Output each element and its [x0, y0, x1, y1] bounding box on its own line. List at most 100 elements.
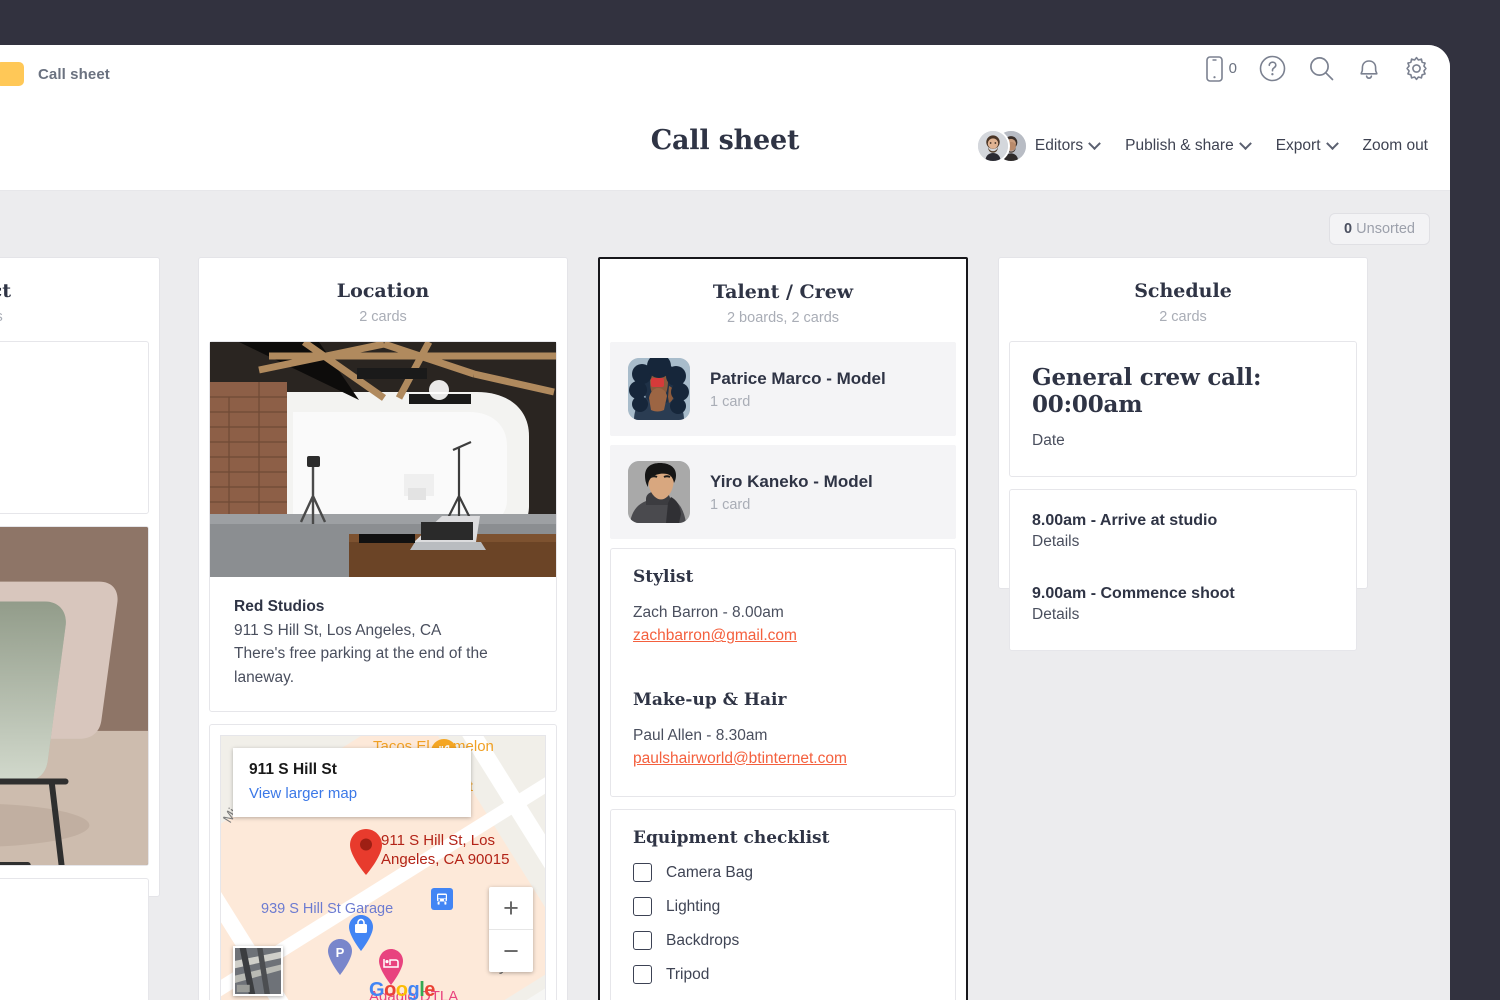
studio-photo — [210, 342, 556, 577]
stylist-name: Zach Barron - 8.00am — [633, 604, 784, 621]
card-red-studios[interactable]: Red Studios 911 S Hill St, Los Angeles, … — [209, 341, 557, 713]
map-poi-transit-icon[interactable] — [431, 888, 453, 911]
makeup-heading: Make-up & Hair — [633, 689, 787, 710]
map-pin-label: 911 S Hill St, Los Angeles, CA 90015 — [381, 832, 510, 868]
map-zoom-out-button[interactable]: − — [489, 930, 533, 972]
card-schedule-items[interactable]: 8.00am - Arrive at studio Details 9.00am… — [1009, 489, 1357, 651]
header-bar: Call sheet Editors Publish & share Expor… — [0, 97, 1450, 191]
gear-icon[interactable] — [1403, 55, 1430, 82]
checkbox[interactable] — [633, 931, 652, 950]
card-map[interactable]: Tacos El Comelon (Truck) Takeout 939 S H… — [209, 724, 557, 1000]
card-crew-contacts[interactable]: Stylist Zach Barron - 8.00am zachbarron@… — [610, 548, 956, 797]
board-canvas: 0 Unsorted oject cards oshoot a new line… — [0, 191, 1450, 1000]
checklist-item-label: Tripod — [666, 965, 710, 983]
editors-label: Editors — [1034, 137, 1084, 154]
column-title: Location — [336, 280, 430, 302]
mobile-count: 0 — [1228, 60, 1237, 77]
editors-menu[interactable]: Editors — [975, 129, 1102, 163]
search-icon[interactable] — [1308, 55, 1335, 82]
mobile-icon[interactable]: 0 — [1205, 55, 1237, 82]
board-row-yiro[interactable]: Yiro Kaneko - Model 1 card — [610, 445, 956, 539]
column-subtitle: 2 boards, 2 cards — [726, 310, 840, 326]
tab-call-sheet[interactable]: Call sheet — [0, 62, 110, 86]
column-talent-crew[interactable]: Talent / Crew 2 boards, 2 cards Patrice … — [598, 257, 968, 1000]
column-header: oject cards — [0, 258, 159, 341]
card-photoshoot[interactable]: oshoot a new line of kplace seating that… — [0, 341, 149, 515]
unsorted-badge[interactable]: 0 Unsorted — [1329, 213, 1430, 245]
map-info-title: 911 S Hill St — [249, 761, 337, 779]
map-poi-parking-icon[interactable]: P — [326, 938, 354, 981]
tab-color-swatch — [0, 62, 24, 86]
unsorted-count: 0 — [1344, 221, 1353, 237]
card-empty[interactable]: m — [0, 878, 149, 1000]
stylist-email-link[interactable]: zachbarron@gmail.com — [633, 624, 933, 647]
checklist-item-tripod[interactable]: Tripod — [633, 965, 933, 984]
stylist-details: Zach Barron - 8.00am zachbarron@gmail.co… — [633, 601, 933, 648]
view-larger-map-link[interactable]: View larger map — [249, 785, 455, 802]
screen-root: Call sheet 0 Call sheet Editors Publish … — [0, 0, 1500, 1000]
toolbar-icons: 0 — [1205, 55, 1430, 82]
unsorted-label: Unsorted — [1356, 221, 1415, 237]
column-schedule[interactable]: Schedule 2 cards General crew call: 00:0… — [998, 257, 1368, 651]
header-actions: Editors Publish & share Export Zoom out — [975, 129, 1428, 163]
checklist-item-backdrops[interactable]: Backdrops — [633, 931, 933, 950]
help-icon[interactable] — [1259, 55, 1286, 82]
stylist-heading: Stylist — [633, 567, 694, 587]
schedule-item: 8.00am - Arrive at studio Details — [1032, 512, 1334, 551]
checkbox[interactable] — [633, 897, 652, 916]
board-name: Patrice Marco - Model — [710, 368, 886, 388]
checkbox[interactable] — [633, 965, 652, 984]
board-name: Yiro Kaneko - Model — [710, 471, 873, 491]
makeup-details: Paul Allen - 8.30am paulshairworld@btint… — [633, 724, 933, 771]
column-project[interactable]: oject cards oshoot a new line of kplace … — [0, 257, 160, 1000]
makeup-email-link[interactable]: paulshairworld@btinternet.com — [633, 747, 933, 770]
map-info-card: 911 S Hill St View larger map — [233, 748, 471, 818]
zoom-out-label: Zoom out — [1362, 137, 1428, 154]
app-window: Call sheet 0 Call sheet Editors Publish … — [0, 45, 1450, 1000]
board-row-patrice[interactable]: Patrice Marco - Model 1 card — [610, 342, 956, 436]
makeup-name: Paul Allen - 8.30am — [633, 726, 768, 744]
svg-text:P: P — [336, 945, 345, 960]
card-title: oshoot — [0, 360, 126, 386]
avatar — [628, 358, 690, 420]
map-pin-marker[interactable] — [347, 828, 385, 881]
schedule-item: 9.00am - Commence shoot Details — [1032, 585, 1334, 624]
column-subtitle: 2 cards — [1159, 309, 1207, 325]
tab-strip: Call sheet 0 — [0, 45, 1450, 97]
card-chair-photo[interactable] — [0, 526, 149, 867]
map-satellite-thumbnail[interactable] — [233, 946, 283, 997]
export-menu[interactable]: Export — [1276, 136, 1339, 155]
column-header: Location 2 cards — [199, 258, 567, 341]
schedule-item-details: Details — [1032, 533, 1080, 550]
publish-share-label: Publish & share — [1125, 137, 1234, 154]
checklist-item-lighting[interactable]: Lighting — [633, 897, 933, 916]
column-header: Talent / Crew 2 boards, 2 cards — [600, 259, 966, 342]
crew-call-subtitle: Date — [1032, 432, 1065, 449]
map-zoom-in-button[interactable]: + — [489, 887, 533, 929]
checklist-item-label: Camera Bag — [666, 863, 754, 881]
zoom-out-button[interactable]: Zoom out — [1363, 137, 1428, 155]
board-card-count: 1 card — [710, 496, 751, 513]
publish-share-menu[interactable]: Publish & share — [1125, 136, 1252, 155]
avatar — [628, 461, 690, 523]
checkbox[interactable] — [633, 863, 652, 882]
venue-note: There's free parking at the end of the l… — [234, 645, 488, 686]
column-title: Talent / Crew — [712, 281, 854, 303]
checklist-item-camera-bag[interactable]: Camera Bag — [633, 863, 933, 882]
location-details: Red Studios 911 S Hill St, Los Angeles, … — [210, 577, 556, 707]
tab-label: Call sheet — [38, 65, 110, 83]
google-map-embed[interactable]: Tacos El Comelon (Truck) Takeout 939 S H… — [220, 735, 546, 1000]
google-wordmark: Google — [369, 979, 435, 1000]
checklist-heading: Equipment checklist — [633, 828, 830, 848]
card-description: a new line of kplace seating that eativi… — [0, 402, 126, 493]
column-subtitle: 2 cards — [359, 309, 407, 325]
card-general-crew-call[interactable]: General crew call: 00:00am Date — [1009, 341, 1357, 477]
board-card-count: 1 card — [710, 393, 751, 410]
bell-icon[interactable] — [1357, 55, 1381, 82]
column-header: Schedule 2 cards — [999, 258, 1367, 341]
column-location[interactable]: Location 2 cards Red Studios 911 S Hill … — [198, 257, 568, 1000]
avatar — [975, 129, 1010, 163]
checklist-item-label: Backdrops — [666, 931, 740, 949]
card-equipment-checklist[interactable]: Equipment checklist Camera Bag Lighting … — [610, 809, 956, 1000]
column-subtitle: cards — [0, 309, 149, 325]
